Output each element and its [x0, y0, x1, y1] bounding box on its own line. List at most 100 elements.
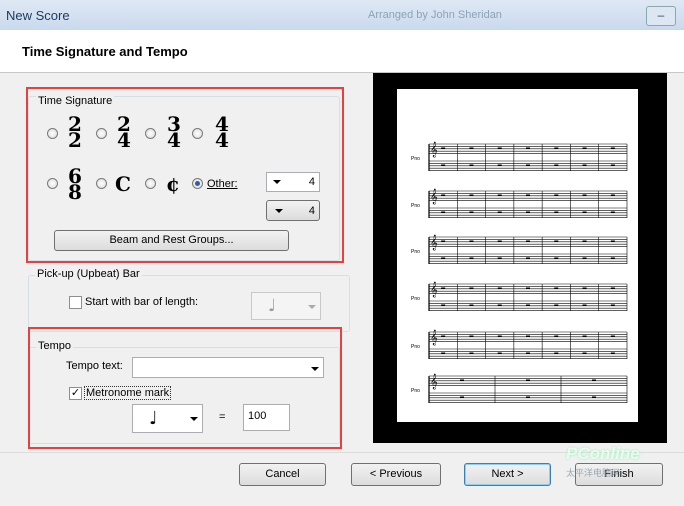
time-sig-2-4: 24 — [117, 112, 131, 152]
treble-clef-icon: 𝄞 — [430, 143, 438, 158]
preview-rest-mark — [610, 211, 615, 213]
preview-staff-label: Pno — [411, 344, 420, 350]
chevron-down-icon — [308, 305, 316, 309]
preview-rest-mark — [610, 304, 615, 306]
other-denominator-dropdown[interactable]: 4 — [266, 200, 320, 221]
preview-rest-mark — [610, 352, 615, 354]
preview-staff-label: Pno — [411, 203, 420, 209]
preview-rest-mark — [441, 287, 446, 289]
radio-4-4[interactable] — [192, 128, 203, 139]
preview-rest-mark — [554, 352, 559, 354]
beam-and-rest-groups-button[interactable]: Beam and Rest Groups... — [54, 230, 289, 251]
preview-rest-mark — [610, 287, 615, 289]
preview-rest-mark — [554, 257, 559, 259]
preview-rest-mark — [497, 147, 502, 149]
preview-staff-label: Pno — [411, 249, 420, 255]
tempo-label: Tempo — [36, 340, 74, 352]
metronome-label: Metronome mark — [84, 386, 172, 400]
preview-rest-mark — [469, 352, 474, 354]
preview-rest-mark — [582, 304, 587, 306]
radio-common-time[interactable] — [96, 178, 107, 189]
pickup-checkbox[interactable] — [69, 296, 82, 309]
preview-rest-mark — [441, 211, 446, 213]
preview-rest-mark — [526, 287, 530, 289]
preview-rest-mark — [554, 164, 559, 166]
preview-rest-mark — [582, 147, 587, 149]
radio-other[interactable] — [192, 178, 203, 189]
treble-clef-icon: 𝄞 — [430, 190, 438, 205]
common-time-symbol: C — [115, 172, 131, 196]
preview-rest-mark — [469, 211, 474, 213]
preview-rest-mark — [526, 147, 530, 149]
preview-rest-mark — [582, 211, 587, 213]
minimize-button[interactable]: – — [646, 6, 676, 26]
preview-rest-mark — [554, 240, 559, 242]
bpm-value: 100 — [248, 410, 267, 422]
preview-rest-mark — [469, 194, 474, 196]
preview-rest-mark — [469, 304, 474, 306]
wizard-header: Time Signature and Tempo — [0, 30, 684, 73]
preview-staff-label: Pno — [411, 156, 420, 162]
other-numerator-value: 4 — [308, 176, 315, 188]
preview-rest-mark — [526, 379, 530, 381]
previous-button[interactable]: < Previous — [351, 463, 441, 486]
bpm-input[interactable]: 100 — [243, 404, 290, 431]
preview-rest-mark — [497, 211, 502, 213]
pickup-checkbox-label: Start with bar of length: — [85, 296, 199, 308]
preview-rest-mark — [441, 304, 446, 306]
preview-rest-mark — [554, 147, 559, 149]
other-numerator-dropdown[interactable]: 4 — [266, 172, 320, 192]
radio-6-8[interactable] — [47, 178, 58, 189]
preview-rest-mark — [497, 194, 502, 196]
radio-2-4[interactable] — [96, 128, 107, 139]
preview-rest-mark — [526, 396, 530, 398]
preview-rest-mark — [441, 257, 446, 259]
preview-rest-mark — [526, 194, 530, 196]
preview-rest-mark — [526, 257, 530, 259]
preview-rest-mark — [526, 304, 530, 306]
preview-rest-mark — [460, 379, 464, 381]
preview-rest-mark — [526, 352, 530, 354]
preview-rest-mark — [582, 164, 587, 166]
preview-rest-mark — [441, 164, 446, 166]
treble-clef-icon: 𝄞 — [430, 375, 438, 390]
radio-cut-time[interactable] — [145, 178, 156, 189]
chevron-down-icon — [275, 209, 283, 213]
preview-staff-label: Pno — [411, 296, 420, 302]
next-button[interactable]: Next > — [464, 463, 551, 486]
preview-rest-mark — [497, 352, 502, 354]
radio-3-4[interactable] — [145, 128, 156, 139]
metronome-note-dropdown[interactable]: ♩ — [132, 404, 203, 433]
other-denominator-value: 4 — [308, 205, 315, 217]
radio-2-2[interactable] — [47, 128, 58, 139]
chevron-down-icon — [190, 417, 198, 421]
preview-rest-mark — [592, 379, 596, 381]
preview-rest-mark — [526, 164, 530, 166]
chevron-down-icon — [273, 180, 281, 184]
preview-rest-mark — [554, 335, 559, 337]
preview-rest-mark — [610, 335, 615, 337]
preview-rest-mark — [441, 147, 446, 149]
pickup-length-dropdown[interactable]: ♩ — [251, 292, 321, 320]
preview-rest-mark — [526, 240, 530, 242]
tempo-text-dropdown[interactable] — [132, 357, 324, 378]
preview-rest-mark — [610, 194, 615, 196]
time-sig-6-8: 68 — [68, 164, 82, 204]
tempo-text-label: Tempo text: — [66, 360, 123, 372]
quarter-note-icon: ♩ — [268, 296, 277, 316]
metronome-checkbox[interactable]: ✓ — [69, 387, 82, 400]
preview-rest-mark — [469, 287, 474, 289]
preview-rest-mark — [469, 257, 474, 259]
preview-rest-mark — [582, 257, 587, 259]
treble-clef-icon: 𝄞 — [430, 236, 438, 251]
preview-rest-mark — [582, 352, 587, 354]
preview-rest-mark — [469, 335, 474, 337]
treble-clef-icon: 𝄞 — [430, 331, 438, 346]
equals-sign: = — [219, 411, 226, 423]
cancel-button[interactable]: Cancel — [239, 463, 326, 486]
preview-rest-mark — [582, 240, 587, 242]
quarter-note-icon: ♩ — [149, 408, 158, 429]
preview-rest-mark — [610, 240, 615, 242]
preview-rest-mark — [497, 164, 502, 166]
preview-rest-mark — [460, 396, 464, 398]
